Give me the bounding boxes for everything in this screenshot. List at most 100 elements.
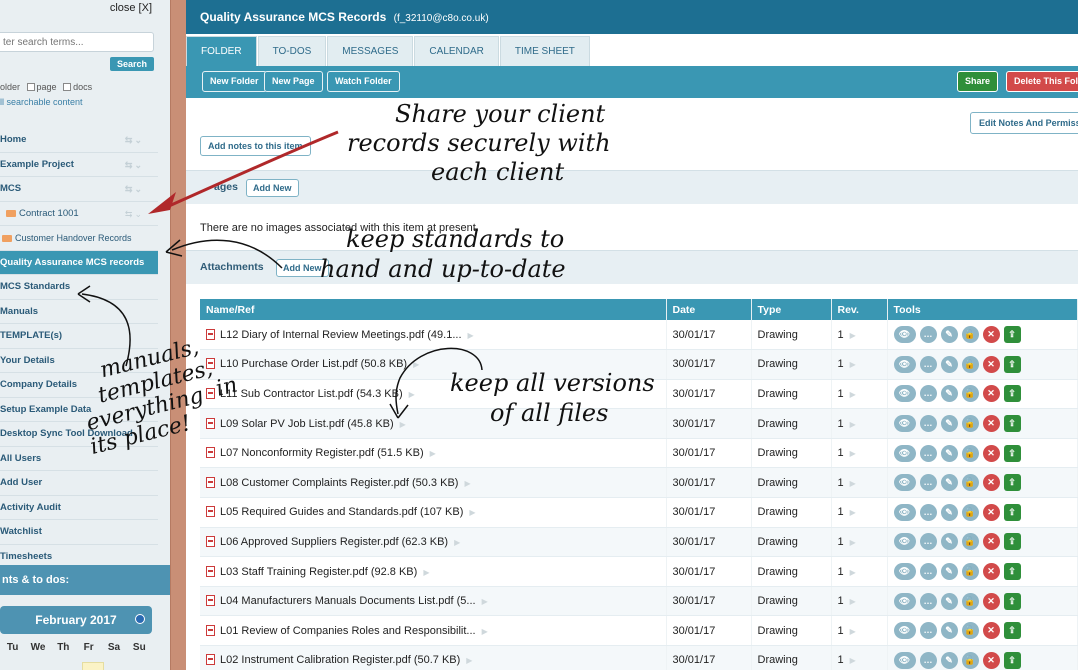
rev-arrow-icon[interactable]: ▶ <box>850 627 856 636</box>
view-icon[interactable]: 👁 <box>893 444 916 462</box>
col-name[interactable]: Name/Ref <box>200 299 667 320</box>
delete-icon[interactable]: ✕ <box>982 326 1000 344</box>
comment-icon[interactable]: … <box>919 355 937 373</box>
lock-icon[interactable]: 🔓 <box>961 563 979 581</box>
file-link[interactable]: L05 Required Guides and Standards.pdf (1… <box>220 506 463 518</box>
lock-icon[interactable]: 🔓 <box>961 503 979 521</box>
share-button[interactable]: Share <box>957 71 999 92</box>
delete-icon[interactable]: ✕ <box>982 592 1000 610</box>
delete-icon[interactable]: ✕ <box>982 444 1000 462</box>
rev-arrow-icon[interactable]: ▶ <box>850 479 856 488</box>
rev-arrow-icon[interactable]: ▶ <box>850 568 856 577</box>
delete-icon[interactable]: ✕ <box>982 474 1000 492</box>
tab-messages[interactable]: MESSAGES <box>327 36 414 66</box>
lock-icon[interactable]: 🔓 <box>961 385 979 403</box>
file-link[interactable]: L01 Review of Companies Roles and Respon… <box>220 625 476 637</box>
expand-icon[interactable]: ⇆⌄ <box>125 202 144 226</box>
file-link[interactable]: L06 Approved Suppliers Register.pdf (62.… <box>220 536 448 548</box>
preview-arrow-icon[interactable]: ▶ <box>482 597 488 606</box>
edit-notes-button[interactable]: Edit Notes And Permissio <box>970 112 1078 134</box>
table-row[interactable]: L12 Diary of Internal Review Meetings.pd… <box>200 320 1078 351</box>
new-page-button[interactable]: New Page <box>264 71 323 92</box>
search-input[interactable] <box>0 32 154 52</box>
preview-arrow-icon[interactable]: ▶ <box>468 331 474 340</box>
lock-icon[interactable]: 🔓 <box>961 355 979 373</box>
file-link[interactable]: L10 Purchase Order List.pdf (50.8 KB) <box>220 358 407 370</box>
sidebar-item[interactable]: Contract 1001 ⇆⌄ <box>0 202 158 226</box>
edit-icon[interactable]: ✎ <box>940 563 958 581</box>
view-icon[interactable]: 👁 <box>893 326 916 344</box>
edit-icon[interactable]: ✎ <box>940 503 958 521</box>
edit-icon[interactable]: ✎ <box>940 326 958 344</box>
lock-icon[interactable]: 🔓 <box>961 326 979 344</box>
expand-icon[interactable]: ⇆⌄ <box>125 128 144 152</box>
filter-docs-checkbox[interactable] <box>63 83 72 91</box>
preview-arrow-icon[interactable]: ▶ <box>482 627 488 636</box>
preview-arrow-icon[interactable]: ▶ <box>409 390 415 399</box>
delete-icon[interactable]: ✕ <box>982 622 1000 640</box>
table-row[interactable]: L02 Instrument Calibration Register.pdf … <box>200 645 1078 670</box>
share-icon[interactable]: ⇪ <box>1003 592 1021 610</box>
file-link[interactable]: L03 Staff Training Register.pdf (92.8 KB… <box>220 566 417 578</box>
lock-icon[interactable]: 🔓 <box>961 415 979 433</box>
preview-arrow-icon[interactable]: ▶ <box>469 508 475 517</box>
tab-to-dos[interactable]: TO-DOS <box>257 36 327 66</box>
search-button[interactable]: Search <box>110 57 154 71</box>
rev-arrow-icon[interactable]: ▶ <box>850 390 856 399</box>
rev-arrow-icon[interactable]: ▶ <box>850 331 856 340</box>
sidebar-item[interactable]: Example Project ⇆⌄ <box>0 153 158 177</box>
add-image-button[interactable]: Add New <box>246 179 299 197</box>
lock-icon[interactable]: 🔓 <box>961 533 979 551</box>
edit-icon[interactable]: ✎ <box>940 533 958 551</box>
view-icon[interactable]: 👁 <box>893 533 916 551</box>
comment-icon[interactable]: … <box>919 326 937 344</box>
lock-icon[interactable]: 🔓 <box>961 592 979 610</box>
share-icon[interactable]: ⇪ <box>1003 474 1021 492</box>
share-icon[interactable]: ⇪ <box>1003 326 1021 344</box>
edit-icon[interactable]: ✎ <box>940 444 958 462</box>
rev-arrow-icon[interactable]: ▶ <box>850 597 856 606</box>
expand-icon[interactable]: ⇆⌄ <box>125 177 144 201</box>
view-icon[interactable]: 👁 <box>893 355 916 373</box>
table-row[interactable]: L05 Required Guides and Standards.pdf (1… <box>200 497 1078 528</box>
delete-icon[interactable]: ✕ <box>982 415 1000 433</box>
sidebar-item[interactable]: Quality Assurance MCS records <box>0 250 158 275</box>
edit-icon[interactable]: ✎ <box>940 385 958 403</box>
edit-icon[interactable]: ✎ <box>940 355 958 373</box>
col-date[interactable]: Date <box>666 299 752 320</box>
all-searchable-content[interactable]: ll searchable content <box>0 97 83 107</box>
tab-folder[interactable]: FOLDER <box>186 36 257 66</box>
preview-arrow-icon[interactable]: ▶ <box>400 420 406 429</box>
view-icon[interactable]: 👁 <box>893 385 916 403</box>
watch-folder-button[interactable]: Watch Folder <box>327 71 400 92</box>
preview-arrow-icon[interactable]: ▶ <box>413 360 419 369</box>
comment-icon[interactable]: … <box>919 503 937 521</box>
rev-arrow-icon[interactable]: ▶ <box>850 656 856 665</box>
edit-icon[interactable]: ✎ <box>940 651 958 669</box>
expand-icon[interactable]: ⇆⌄ <box>125 153 144 177</box>
file-link[interactable]: L04 Manufacturers Manuals Documents List… <box>220 595 476 607</box>
table-row[interactable]: L04 Manufacturers Manuals Documents List… <box>200 586 1078 617</box>
delete-icon[interactable]: ✕ <box>982 503 1000 521</box>
view-icon[interactable]: 👁 <box>893 415 916 433</box>
share-icon[interactable]: ⇪ <box>1003 622 1021 640</box>
preview-arrow-icon[interactable]: ▶ <box>466 656 472 665</box>
rev-arrow-icon[interactable]: ▶ <box>850 420 856 429</box>
lock-icon[interactable]: 🔓 <box>961 622 979 640</box>
comment-icon[interactable]: … <box>919 385 937 403</box>
file-link[interactable]: L09 Solar PV Job List.pdf (45.8 KB) <box>220 418 394 430</box>
comment-icon[interactable]: … <box>919 651 937 669</box>
delete-icon[interactable]: ✕ <box>982 385 1000 403</box>
comment-icon[interactable]: … <box>919 622 937 640</box>
sidebar-item[interactable]: Home ⇆⌄ <box>0 128 158 153</box>
preview-arrow-icon[interactable]: ▶ <box>430 449 436 458</box>
table-row[interactable]: L08 Customer Complaints Register.pdf (50… <box>200 467 1078 499</box>
lock-icon[interactable]: 🔓 <box>961 444 979 462</box>
tab-calendar[interactable]: CALENDAR <box>414 36 499 66</box>
rev-arrow-icon[interactable]: ▶ <box>850 360 856 369</box>
sidebar-item[interactable]: Activity Audit <box>0 496 158 520</box>
file-link[interactable]: L08 Customer Complaints Register.pdf (50… <box>220 477 458 489</box>
file-link[interactable]: L02 Instrument Calibration Register.pdf … <box>220 654 460 666</box>
share-icon[interactable]: ⇪ <box>1003 503 1021 521</box>
view-icon[interactable]: 👁 <box>893 503 916 521</box>
